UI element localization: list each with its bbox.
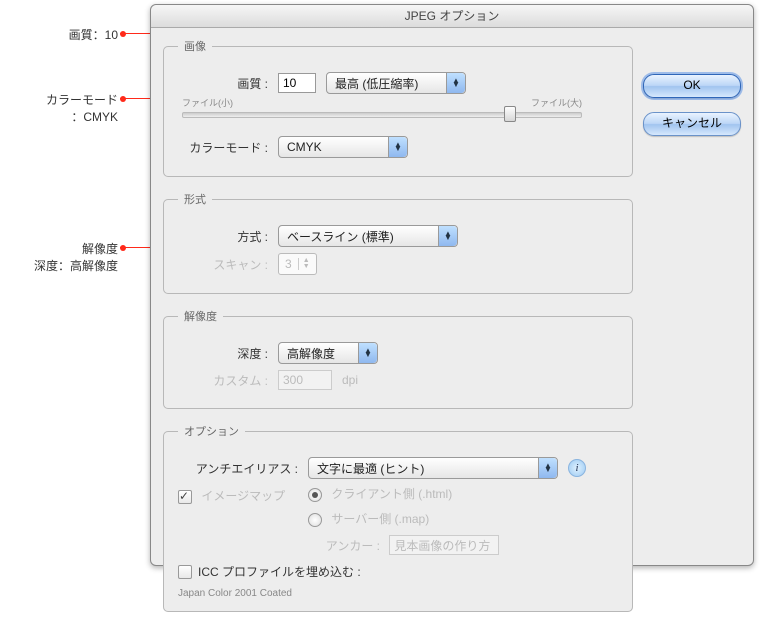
slider-thumb[interactable] (504, 106, 516, 122)
method-label: 方式 : (178, 228, 278, 245)
slider-track (182, 112, 582, 118)
updown-icon: ▲▼ (438, 226, 457, 246)
method-value: ベースライン (標準) (287, 228, 432, 245)
scan-label: スキャン : (178, 256, 278, 273)
updown-icon: ▲▼ (388, 137, 407, 157)
quality-input[interactable] (278, 73, 316, 93)
anchor-input (389, 535, 499, 555)
imagemap-client-radio[interactable] (308, 488, 322, 502)
callout-quality: 画質：10 (8, 26, 118, 43)
fieldset-image: 画像 画質 : 最高 (低圧縮率) ▲▼ ファイル(小) ファイル(大) (163, 38, 633, 177)
quality-slider[interactable]: ファイル(小) ファイル(大) (182, 96, 582, 126)
scan-stepper: 3 ▲▼ (278, 253, 317, 275)
custom-input (278, 370, 332, 390)
button-column: OK キャンセル (643, 74, 739, 150)
depth-select[interactable]: 高解像度 ▲▼ (278, 342, 378, 364)
anchor-label: アンカー : (308, 537, 380, 554)
aa-label: アンチエイリアス : (178, 460, 308, 477)
custom-unit: dpi (342, 373, 358, 387)
stepper-icon: ▲▼ (298, 258, 310, 270)
icc-checkbox[interactable] (178, 565, 192, 579)
imagemap-checkbox[interactable] (178, 490, 192, 504)
quality-label: 画質 : (178, 75, 278, 92)
fieldset-resolution: 解像度 深度 : 高解像度 ▲▼ カスタム : dpi (163, 308, 633, 409)
imagemap-server-label: サーバー側 (.map) (331, 512, 429, 526)
legend-format: 形式 (178, 191, 212, 207)
imagemap-client-label: クライアント側 (.html) (331, 487, 452, 501)
method-select[interactable]: ベースライン (標準) ▲▼ (278, 225, 458, 247)
ok-button[interactable]: OK (643, 74, 741, 98)
colormode-label: カラーモード : (178, 139, 278, 156)
slider-label-small: ファイル(小) (182, 96, 233, 109)
dialog-title: JPEG オプション (151, 5, 753, 28)
updown-icon: ▲▼ (446, 73, 465, 93)
icc-label: ICC プロファイルを埋め込む : (198, 563, 361, 580)
aa-value: 文字に最適 (ヒント) (317, 460, 532, 477)
legend-resolution: 解像度 (178, 308, 223, 324)
updown-icon: ▲▼ (538, 458, 557, 478)
depth-label: 深度 : (178, 345, 278, 362)
dialog: JPEG オプション OK キャンセル 画像 画質 : 最高 (低圧縮率) ▲▼ (150, 4, 754, 566)
legend-image: 画像 (178, 38, 212, 54)
colormode-value: CMYK (287, 140, 382, 154)
custom-label: カスタム : (178, 372, 278, 389)
callout-resolution: 解像度 深度：高解像度 (8, 240, 118, 274)
aa-select[interactable]: 文字に最適 (ヒント) ▲▼ (308, 457, 558, 479)
legend-options: オプション (178, 423, 245, 439)
colormode-select[interactable]: CMYK ▲▼ (278, 136, 408, 158)
quality-preset-value: 最高 (低圧縮率) (335, 75, 440, 92)
callout-colormode: カラーモード ：CMYK (8, 91, 118, 125)
slider-label-large: ファイル(大) (531, 96, 582, 109)
updown-icon: ▲▼ (358, 343, 377, 363)
fieldset-format: 形式 方式 : ベースライン (標準) ▲▼ スキャン : 3 ▲▼ (163, 191, 633, 294)
imagemap-label: イメージマップ (201, 489, 285, 503)
fieldset-options: オプション アンチエイリアス : 文字に最適 (ヒント) ▲▼ i イメージマッ… (163, 423, 633, 612)
scan-value: 3 (285, 257, 292, 271)
depth-value: 高解像度 (287, 345, 352, 362)
info-icon[interactable]: i (568, 459, 586, 477)
icc-profile-name: Japan Color 2001 Coated (178, 588, 618, 599)
imagemap-server-radio[interactable] (308, 513, 322, 527)
cancel-button[interactable]: キャンセル (643, 112, 741, 136)
quality-preset-select[interactable]: 最高 (低圧縮率) ▲▼ (326, 72, 466, 94)
